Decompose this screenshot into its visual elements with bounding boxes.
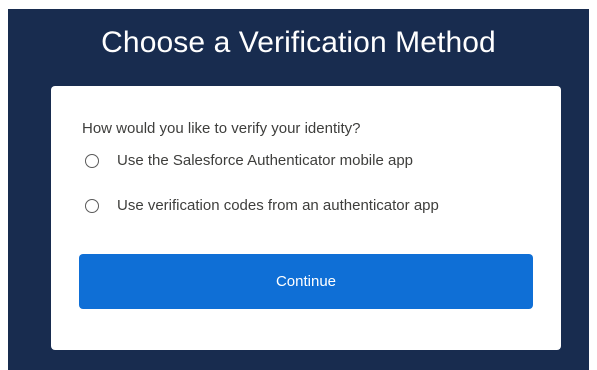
verification-page: Choose a Verification Method How would y… bbox=[8, 9, 589, 370]
option-authenticator-app-codes[interactable]: Use verification codes from an authentic… bbox=[85, 196, 439, 216]
verification-card: How would you like to verify your identi… bbox=[51, 86, 561, 350]
option-salesforce-authenticator[interactable]: Use the Salesforce Authenticator mobile … bbox=[85, 151, 413, 171]
radio-salesforce-authenticator[interactable] bbox=[85, 154, 99, 168]
continue-button[interactable]: Continue bbox=[79, 254, 533, 309]
page-title: Choose a Verification Method bbox=[101, 26, 496, 59]
verification-question: How would you like to verify your identi… bbox=[82, 120, 361, 137]
radio-authenticator-app-codes[interactable] bbox=[85, 199, 99, 213]
option-label: Use verification codes from an authentic… bbox=[117, 197, 439, 214]
option-label: Use the Salesforce Authenticator mobile … bbox=[117, 152, 414, 169]
